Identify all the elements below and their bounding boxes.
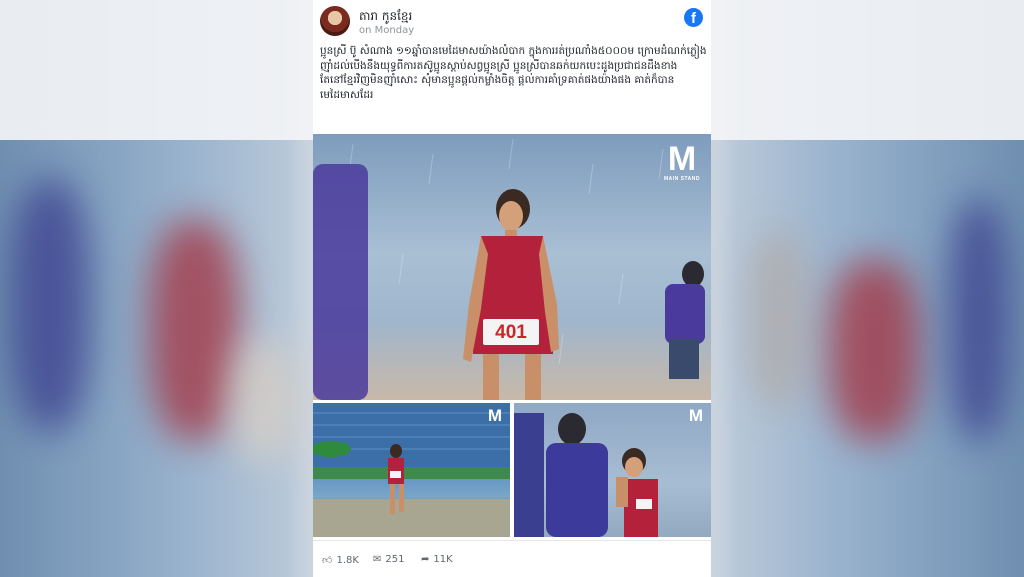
main-photo[interactable]: 401 M MAIN STAND — [313, 134, 711, 400]
bib-number: 401 — [483, 319, 539, 345]
main-stand-watermark-2: M — [487, 406, 503, 425]
engagement-bar: 👍︎ 1.8K ✉ 251 ➦ 11K — [313, 540, 711, 577]
stadium-scene — [313, 403, 510, 537]
main-stand-watermark-3: M — [688, 406, 704, 425]
shares-count: 11K — [433, 554, 453, 565]
likes-stat[interactable]: 👍︎ 1.8K — [322, 554, 359, 566]
likes-count: 1.8K — [336, 555, 359, 566]
official-and-runner-scene — [514, 413, 658, 537]
facebook-icon[interactable]: f — [684, 8, 703, 27]
secondary-photo-crying[interactable]: M — [514, 403, 711, 537]
post-header: តារា កូនខ្មែរ on Monday f — [313, 0, 711, 44]
post-text: ប្អូនស្រី ប៊ូ សំណាង ១១ឆ្នាំបានមេដៃមាសយ៉ា… — [320, 45, 707, 101]
author-name[interactable]: តារា កូនខ្មែរ — [359, 8, 412, 26]
author-avatar[interactable] — [320, 6, 350, 36]
facebook-post-card: តារា កូនខ្មែរ on Monday f ប្អូនស្រី ប៊ូ … — [313, 0, 711, 577]
background-left-blur — [0, 140, 315, 577]
post-time[interactable]: on Monday — [359, 25, 414, 36]
comment-icon: ✉ — [373, 554, 382, 565]
shares-stat[interactable]: ➦ 11K — [421, 554, 453, 565]
comments-count: 251 — [385, 554, 405, 565]
main-stand-watermark: M MAIN STAND — [663, 140, 700, 182]
secondary-photo-runner[interactable]: M — [313, 403, 510, 537]
rain-overlay — [313, 138, 705, 400]
share-icon: ➦ — [421, 554, 430, 565]
like-icon: 👍︎ — [322, 555, 333, 566]
background-right-blur — [709, 140, 1024, 577]
comments-stat[interactable]: ✉ 251 — [373, 554, 404, 565]
